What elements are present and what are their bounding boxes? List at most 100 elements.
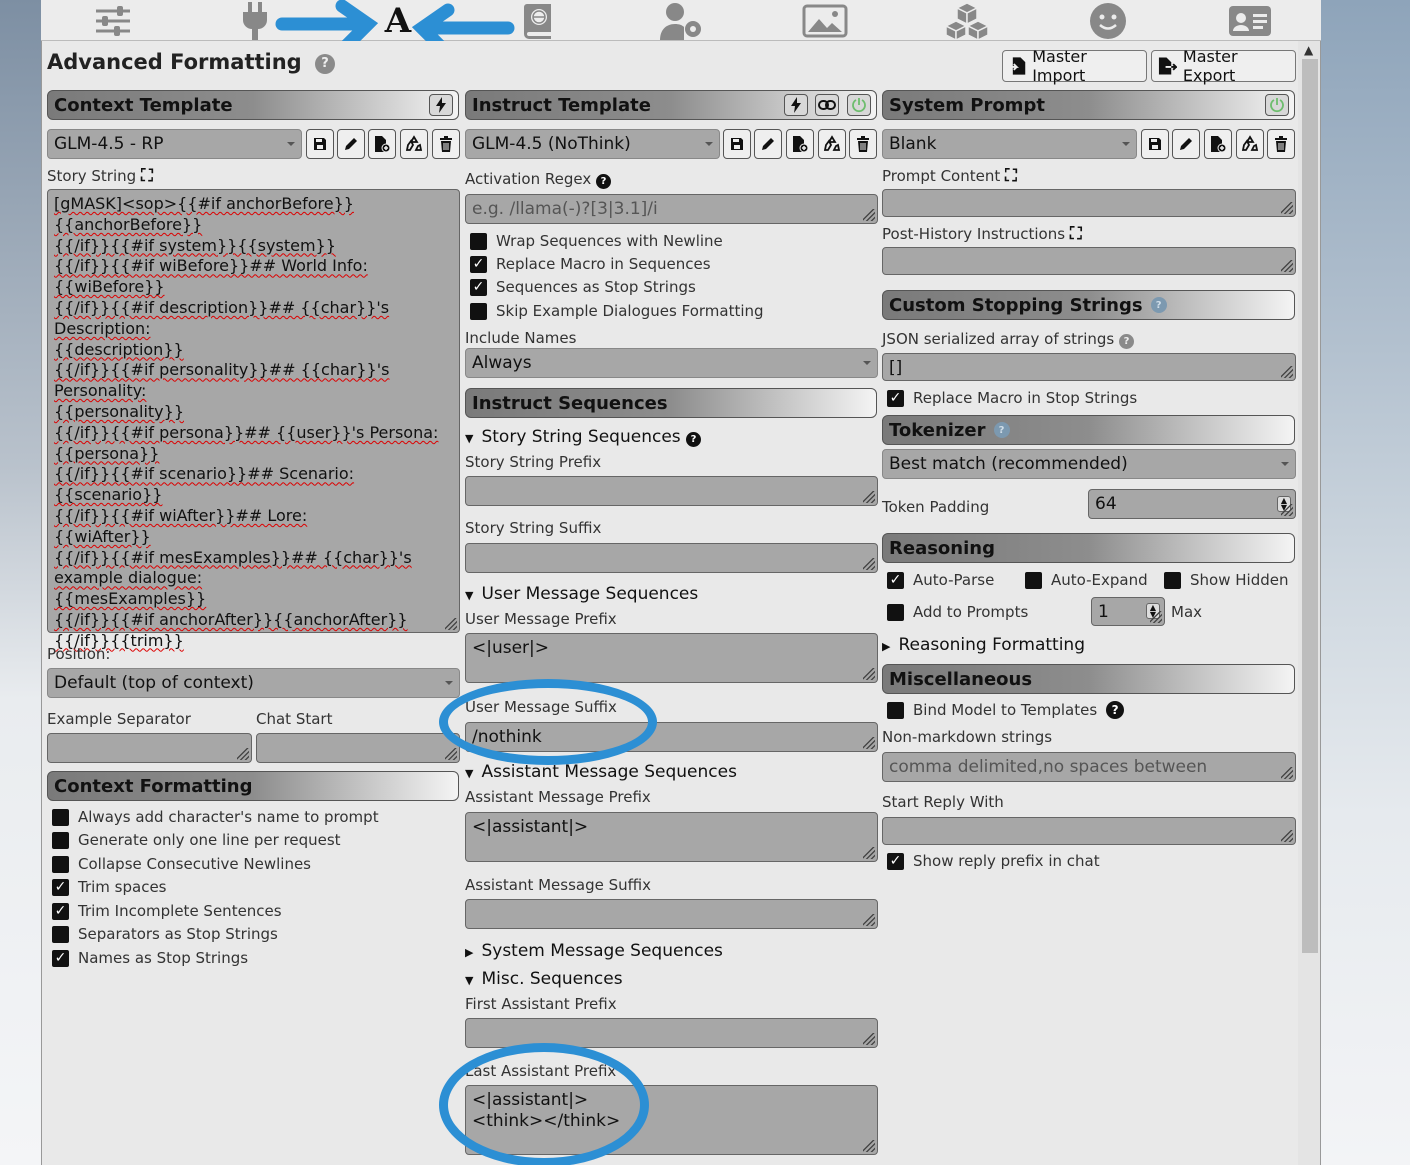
help-icon[interactable]: ?	[596, 174, 611, 189]
save-icon[interactable]	[306, 129, 334, 159]
story-string-suffix-input[interactable]	[465, 543, 878, 573]
checkbox-trim-spaces[interactable]: ✓ Trim spaces	[52, 878, 167, 896]
system-prompt-select[interactable]: Blank	[882, 129, 1137, 159]
checkbox-box[interactable]	[52, 808, 69, 826]
checkbox-box-checked[interactable]: ✓	[470, 278, 487, 296]
help-icon[interactable]: ?	[993, 422, 1010, 438]
assistant-message-suffix-input[interactable]	[465, 899, 878, 929]
user-gear-icon[interactable]	[658, 2, 706, 40]
checkbox-trim-incomplete[interactable]: ✓ Trim Incomplete Sentences	[52, 902, 282, 920]
checkbox-names-stop[interactable]: ✓ Names as Stop Strings	[52, 949, 248, 967]
story-string-prefix-input[interactable]	[465, 476, 878, 506]
pencil-icon[interactable]	[754, 129, 782, 159]
stepper-icon[interactable]: ▲ ▼	[1146, 603, 1160, 619]
checkbox-box[interactable]	[1025, 571, 1042, 589]
checkbox-auto-parse[interactable]: ✓ Auto-Parse	[887, 571, 994, 589]
scroll-up-icon[interactable]: ▲	[1304, 43, 1313, 57]
help-icon[interactable]: ?	[686, 432, 702, 447]
checkbox-box-checked[interactable]: ✓	[887, 571, 904, 589]
save-icon[interactable]	[723, 129, 751, 159]
reasoning-formatting-toggle[interactable]: ▶ Reasoning Formatting	[882, 635, 1085, 655]
context-template-select[interactable]: GLM-4.5 - RP	[47, 129, 302, 159]
help-icon[interactable]: ?	[1106, 701, 1125, 719]
tokenizer-select[interactable]: Best match (recommended)	[882, 449, 1296, 479]
file-add-icon[interactable]	[1204, 129, 1232, 159]
scrollbar-thumb[interactable]	[1302, 59, 1318, 953]
save-icon[interactable]	[1141, 129, 1169, 159]
checkbox-auto-expand[interactable]: Auto-Expand	[1025, 571, 1148, 589]
power-icon[interactable]	[847, 94, 871, 116]
checkbox-one-line[interactable]: Generate only one line per request	[52, 831, 341, 849]
post-history-textarea[interactable]	[882, 247, 1296, 275]
chat-start-input[interactable]	[256, 733, 460, 763]
help-icon[interactable]: ?	[315, 53, 336, 74]
include-names-select[interactable]: Always	[465, 348, 878, 378]
trash-icon[interactable]	[432, 129, 460, 159]
recycle-icon[interactable]	[1236, 129, 1264, 159]
checkbox-box-checked[interactable]: ✓	[887, 389, 904, 407]
checkbox-box[interactable]	[52, 831, 69, 849]
id-card-icon[interactable]	[1226, 2, 1274, 40]
checkbox-bind-model[interactable]: Bind Model to Templates ?	[887, 701, 1125, 719]
prompt-content-textarea[interactable]	[882, 189, 1296, 217]
checkbox-box[interactable]	[52, 925, 69, 943]
checkbox-show-hidden[interactable]: Show Hidden	[1164, 571, 1288, 589]
reasoning-max-input[interactable]: 1 ▲ ▼	[1091, 597, 1165, 626]
bolt-icon[interactable]	[429, 94, 453, 116]
assistant-message-prefix-input[interactable]: <|assistant|>	[465, 812, 878, 862]
book-globe-icon[interactable]	[515, 2, 563, 40]
checkbox-wrap-newline[interactable]: Wrap Sequences with Newline	[470, 232, 723, 250]
token-padding-input[interactable]: 64 ▲ ▼	[1088, 489, 1296, 519]
smile-icon[interactable]	[1084, 2, 1132, 40]
power-icon[interactable]	[1265, 94, 1289, 116]
story-string-sequences-toggle[interactable]: ▼ Story String Sequences ?	[465, 427, 702, 447]
stopping-strings-input[interactable]: []	[882, 353, 1296, 381]
help-icon[interactable]: ?	[1150, 297, 1167, 313]
expand-icon[interactable]: ⛶	[1005, 166, 1017, 186]
checkbox-box[interactable]	[887, 701, 904, 719]
image-icon[interactable]	[801, 2, 849, 40]
checkbox-box[interactable]	[887, 603, 904, 621]
trash-icon[interactable]	[849, 129, 877, 159]
instruct-template-select[interactable]: GLM-4.5 (NoThink)	[465, 129, 720, 159]
bolt-icon[interactable]	[784, 94, 808, 116]
checkbox-box[interactable]	[470, 302, 487, 320]
expand-icon[interactable]: ⛶	[1070, 224, 1082, 244]
sliders-icon[interactable]	[89, 2, 137, 40]
checkbox-always-add-name[interactable]: Always add character's name to prompt	[52, 808, 379, 826]
position-select[interactable]: Default (top of context)	[47, 668, 460, 698]
checkbox-collapse-newlines[interactable]: Collapse Consecutive Newlines	[52, 855, 311, 873]
checkbox-skip-example[interactable]: Skip Example Dialogues Formatting	[470, 302, 764, 320]
checkbox-box[interactable]	[1164, 571, 1181, 589]
story-string-textarea[interactable]: [gMASK]<sop>{{#if anchorBefore}} {{ancho…	[47, 189, 460, 650]
checkbox-replace-macro-stop[interactable]: ✓ Replace Macro in Stop Strings	[887, 389, 1137, 407]
master-import-button[interactable]: Master Import	[1002, 47, 1147, 85]
misc-sequences-toggle[interactable]: ▼ Misc. Sequences	[465, 969, 623, 989]
pencil-icon[interactable]	[1172, 129, 1200, 159]
checkbox-show-reply-prefix[interactable]: ✓ Show reply prefix in chat	[887, 852, 1100, 870]
checkbox-box-checked[interactable]: ✓	[470, 255, 487, 273]
non-markdown-input[interactable]: comma delimited,no spaces between	[882, 752, 1296, 782]
stepper-icon[interactable]: ▲ ▼	[1277, 496, 1291, 512]
cubes-icon[interactable]	[943, 2, 991, 40]
expand-icon[interactable]: ⛶	[141, 166, 153, 186]
pencil-icon[interactable]	[337, 129, 365, 159]
activation-regex-input[interactable]: e.g. /llama(-)?[3|3.1]/i	[465, 194, 878, 224]
master-export-button[interactable]: Master Export	[1151, 47, 1296, 85]
recycle-icon[interactable]	[818, 129, 846, 159]
user-message-prefix-input[interactable]: <|user|>	[465, 633, 878, 683]
scrollbar[interactable]: ▲	[1298, 41, 1320, 1165]
recycle-icon[interactable]	[400, 129, 428, 159]
start-reply-input[interactable]	[882, 817, 1296, 845]
checkbox-box-checked[interactable]: ✓	[887, 852, 904, 870]
checkbox-box-checked[interactable]: ✓	[52, 878, 69, 896]
checkbox-sequences-stop[interactable]: ✓ Sequences as Stop Strings	[470, 278, 696, 296]
checkbox-box-checked[interactable]: ✓	[52, 949, 69, 967]
checkbox-replace-macro[interactable]: ✓ Replace Macro in Sequences	[470, 255, 711, 273]
example-separator-input[interactable]	[47, 733, 252, 763]
checkbox-box[interactable]	[52, 855, 69, 873]
link-icon[interactable]	[815, 94, 839, 116]
system-message-sequences-toggle[interactable]: ▶ System Message Sequences	[465, 941, 723, 961]
checkbox-add-to-prompts[interactable]: Add to Prompts	[887, 603, 1028, 621]
file-add-icon[interactable]	[368, 129, 396, 159]
